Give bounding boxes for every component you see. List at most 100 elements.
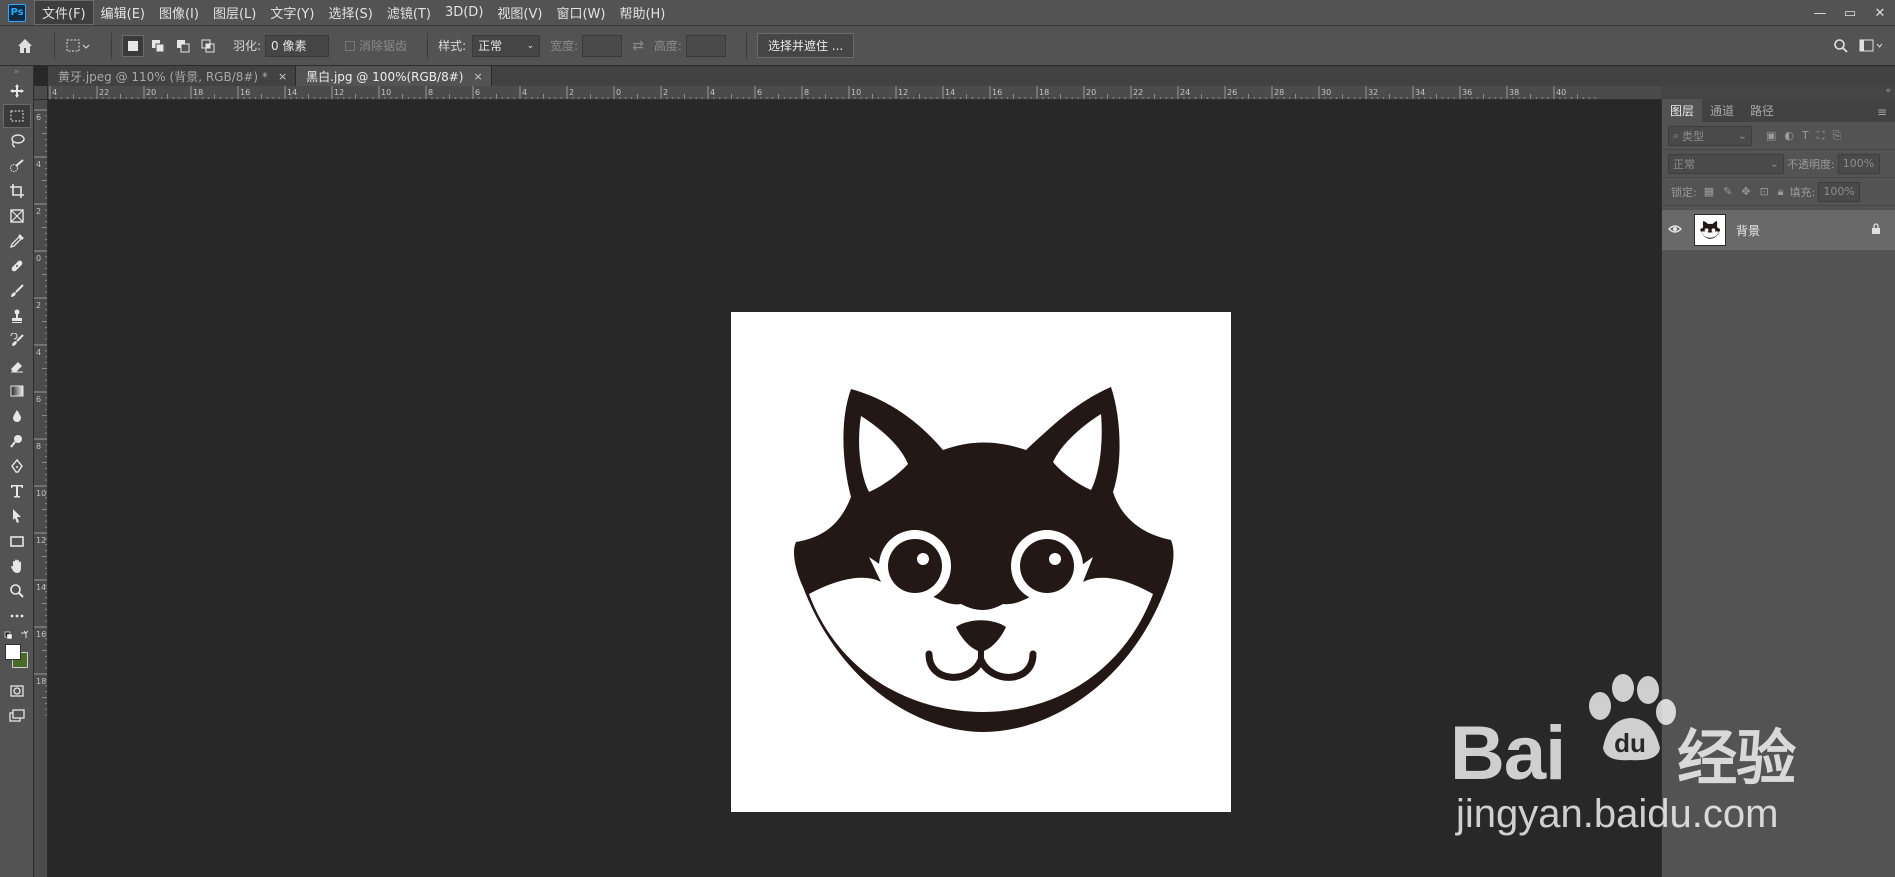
collapse-panels-icon[interactable]: « [1885,86,1891,96]
tools-panel: » [0,66,34,877]
restore-button[interactable]: ▭ [1835,0,1865,26]
menu-file[interactable]: 文件(F) [34,0,94,25]
type-filter-icon[interactable]: T [1802,129,1809,143]
select-and-mask-button[interactable]: 选择并遮住 ... [756,33,855,58]
panel-menu-icon[interactable]: ≡ [1869,102,1895,122]
smart-object-filter-icon[interactable]: ⎘ [1832,129,1841,143]
ruler-label: 16 [36,630,46,639]
height-input[interactable] [685,34,726,57]
type-tool[interactable] [3,479,31,503]
eye-icon[interactable] [1668,223,1682,238]
vertical-ruler[interactable]: 6 4 2 0 2 4 6 8 10 12 14 16 18 [34,86,48,877]
toolbar-collapse-icon[interactable]: » [0,66,33,78]
menu-select[interactable]: 选择(S) [321,1,379,24]
crop-tool[interactable] [3,179,31,203]
menu-image[interactable]: 图像(I) [152,1,206,24]
fill-input[interactable]: 100% [1818,181,1861,202]
ruler-label: 6 [757,88,762,97]
dodge-tool[interactable] [3,429,31,453]
document-canvas[interactable] [731,312,1231,812]
close-tab-icon[interactable]: × [473,70,482,83]
dodge-icon [10,435,22,448]
menu-view[interactable]: 视图(V) [490,1,549,24]
blur-tool[interactable] [3,404,31,428]
zoom-tool[interactable] [3,579,31,603]
path-selection-tool[interactable] [3,504,31,528]
vertical-ruler-ticks: 6 4 2 0 2 4 6 8 10 12 14 16 18 [34,109,47,716]
lock-all-icon[interactable]: 🔒︎ [1778,185,1784,199]
lock-row: 锁定: ▦ ✎ ✥ ⊡ 🔒︎ 填充: 100% [1662,178,1895,206]
rectangular-marquee-tool[interactable] [3,104,31,128]
horizontal-ruler[interactable]: 4 22 20 18 16 14 12 10 8 6 4 2 0 2 4 6 8 10 12 14 16 18 20 22 24… [48,86,1661,100]
ruler-label: 4 [36,160,41,169]
menu-help[interactable]: 帮助(H) [612,1,672,24]
home-button[interactable] [16,37,34,55]
tab-layers[interactable]: 图层 [1662,99,1703,122]
minimize-button[interactable]: — [1805,0,1835,26]
style-select[interactable]: 正常 ⌄ [472,34,541,57]
blend-mode-select[interactable]: 正常 ⌄ [1668,153,1784,174]
adjustment-filter-icon[interactable]: ◐ [1784,129,1794,143]
lock-image-icon[interactable]: ✎ [1723,185,1732,199]
healing-brush-tool[interactable] [3,254,31,278]
frame-tool[interactable] [3,204,31,228]
pixel-filter-icon[interactable]: ▣ [1766,129,1776,143]
lock-artboard-icon[interactable]: ⊡ [1760,185,1769,199]
workspace-button[interactable] [1859,38,1885,54]
tab-channels[interactable]: 通道 [1702,99,1742,122]
hand-tool[interactable] [3,554,31,578]
swap-dimensions-button[interactable]: ⇄ [632,38,644,54]
menu-3d[interactable]: 3D(D) [438,3,490,22]
menu-edit[interactable]: 编辑(E) [94,1,152,24]
screen-mode-button[interactable] [3,704,31,728]
brush-tool[interactable] [3,279,31,303]
antialias-checkbox-box[interactable] [345,40,356,51]
close-tab-icon[interactable]: × [278,70,287,83]
menu-filter[interactable]: 滤镜(T) [380,1,438,24]
rectangle-tool[interactable] [3,529,31,553]
layer-filter-select[interactable]: ⌕ 类型 ⌄ [1668,125,1752,146]
eyedropper-tool[interactable] [3,229,31,253]
layer-filter-icons: ▣ ◐ T ⛶ ⎘ [1766,129,1841,143]
lock-transparent-icon[interactable]: ▦ [1704,185,1714,199]
add-selection-button[interactable] [147,35,169,57]
shape-filter-icon[interactable]: ⛶ [1817,129,1825,143]
quick-mask-button[interactable] [3,679,31,703]
ruler-label: 18 [1039,88,1049,97]
ruler-label: 28 [1274,88,1284,97]
move-tool[interactable] [3,79,31,103]
history-brush-tool[interactable] [3,329,31,353]
opacity-input[interactable]: 100% [1837,153,1880,174]
intersect-selection-button[interactable] [197,35,219,57]
canvas-area[interactable] [48,100,1661,877]
default-colors-icon[interactable] [4,630,30,642]
tab-paths[interactable]: 路径 [1742,99,1782,122]
menu-layer[interactable]: 图层(L) [206,1,263,24]
ruler-origin[interactable] [34,86,48,100]
lock-position-icon[interactable]: ✥ [1741,185,1750,199]
search-button[interactable] [1833,38,1849,54]
tab-huangya[interactable]: 黄牙.jpeg @ 110% (背景, RGB/8#) * × [48,66,297,86]
search-icon: ⌕ [1673,128,1680,142]
foreground-color-swatch[interactable] [5,644,21,660]
subtract-selection-button[interactable] [172,35,194,57]
tab-heibai[interactable]: 黑白.jpg @ 100%(RGB/8#) × [296,66,492,86]
gradient-tool[interactable] [3,379,31,403]
menu-window[interactable]: 窗口(W) [549,1,612,24]
close-window-button[interactable]: ✕ [1865,0,1895,26]
layer-item-background[interactable]: 背景 [1662,210,1895,250]
quick-selection-tool[interactable] [3,154,31,178]
clone-stamp-tool[interactable] [3,304,31,328]
tool-preset-picker[interactable] [65,38,91,54]
tab-label: 黄牙.jpeg @ 110% (背景, RGB/8#) * [58,69,268,84]
menu-type[interactable]: 文字(Y) [263,1,321,24]
antialias-checkbox[interactable]: 消除锯齿 [345,37,407,54]
pen-tool[interactable] [3,454,31,478]
new-selection-button[interactable] [122,34,144,57]
window-controls: — ▭ ✕ [1805,0,1895,26]
width-input[interactable] [582,34,623,57]
lasso-tool[interactable] [3,129,31,153]
feather-input[interactable]: 0 像素 [265,34,330,57]
eraser-tool[interactable] [3,354,31,378]
more-tools-button[interactable] [3,604,31,628]
